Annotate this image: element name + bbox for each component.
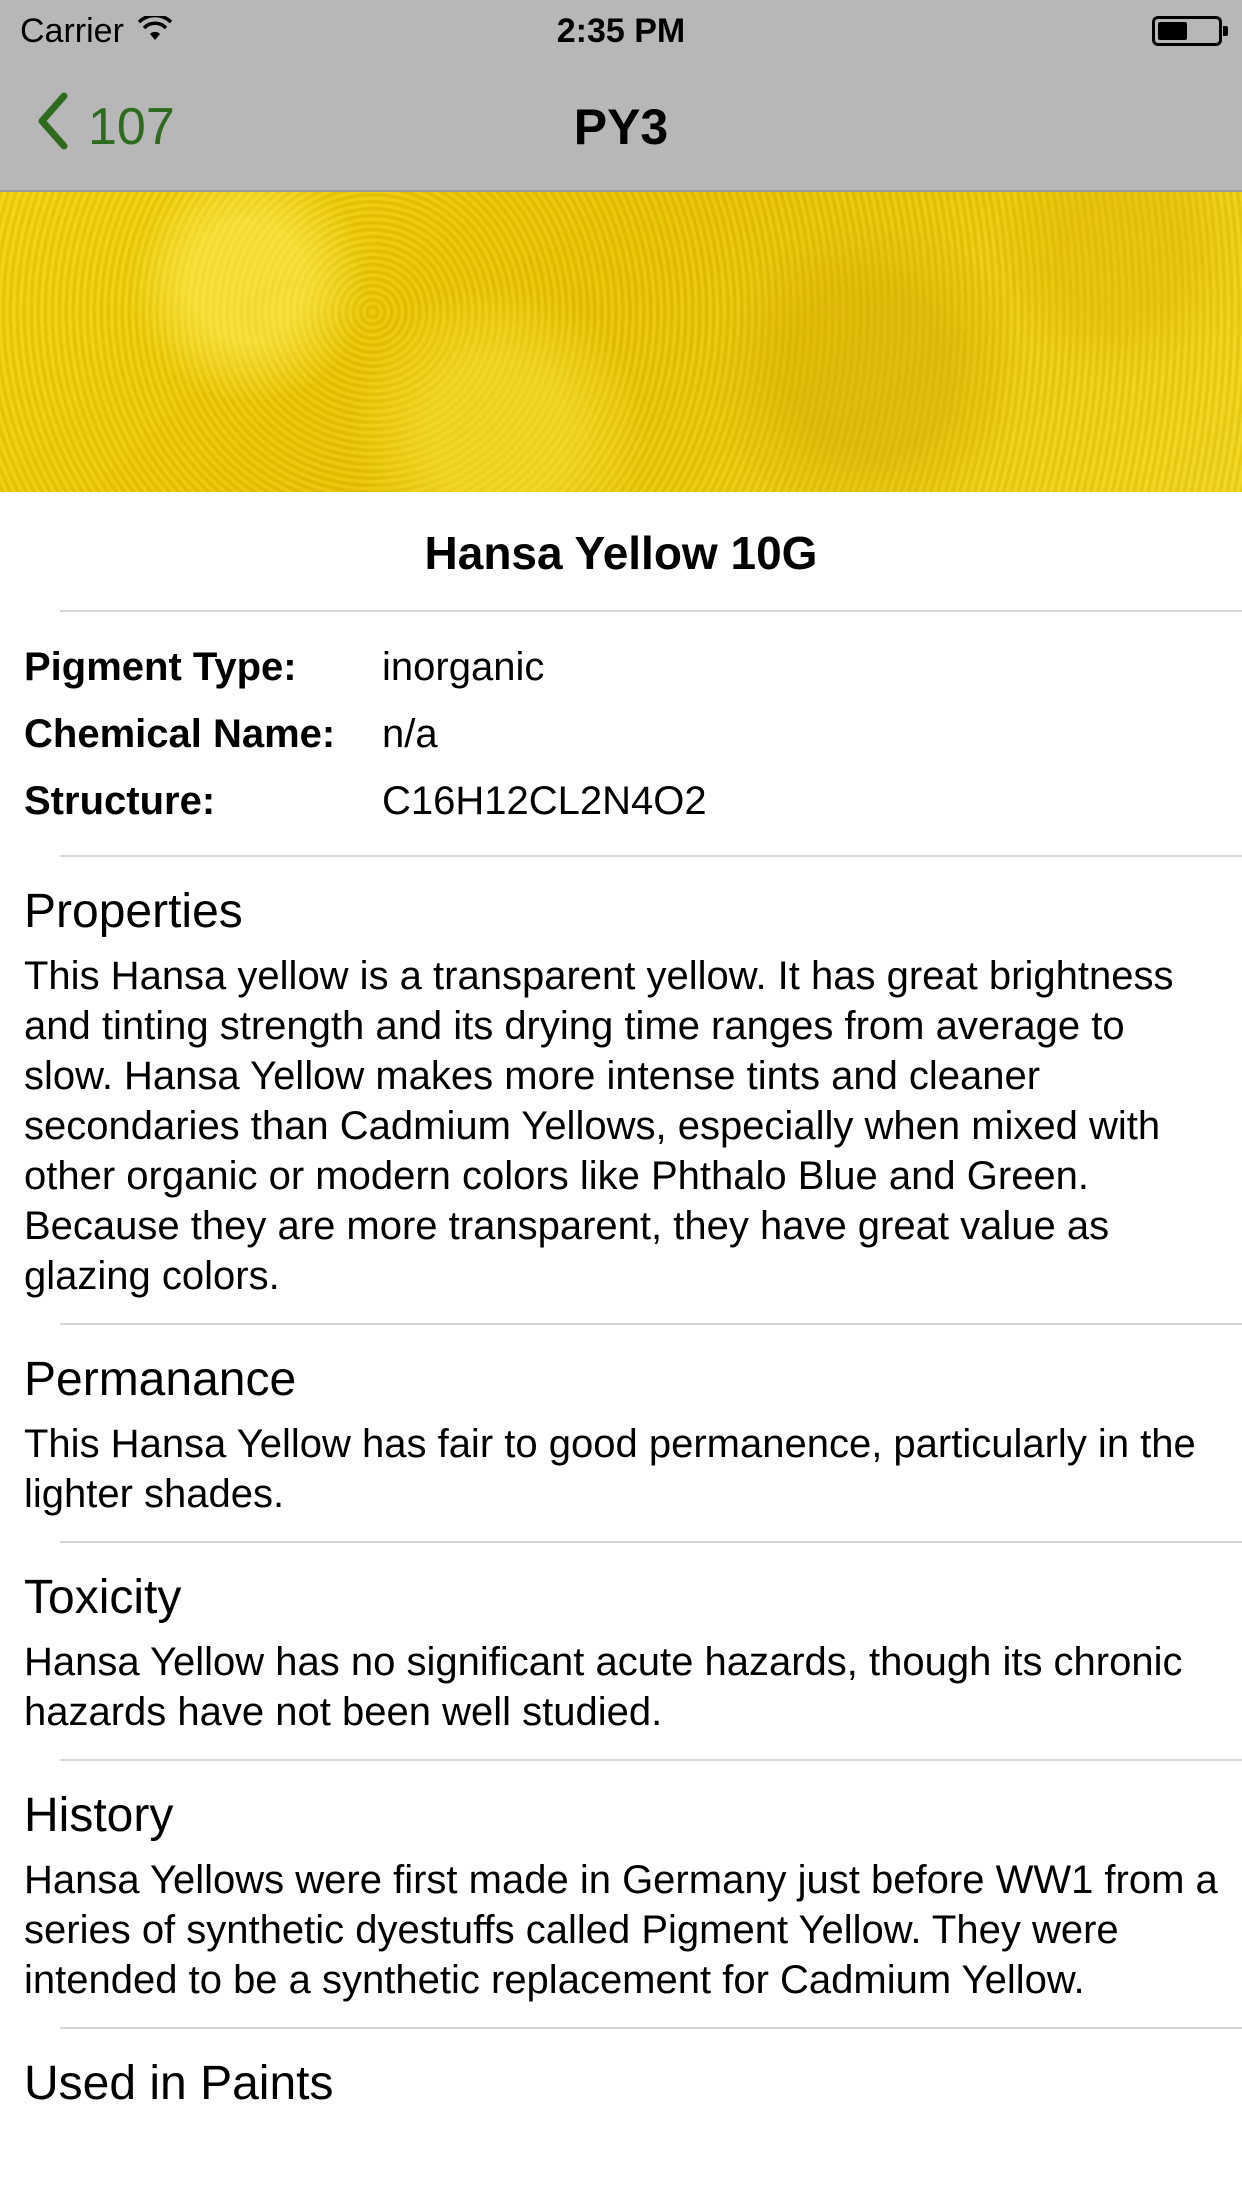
navigation-bar: 107 PY3 [0,62,1242,192]
section-properties: Properties This Hansa yellow is a transp… [0,857,1242,1323]
section-toxicity: Toxicity Hansa Yellow has no significant… [0,1543,1242,1759]
spec-value: C16H12CL2N4O2 [382,779,707,823]
spec-label: Chemical Name: [24,712,336,756]
section-permanance: Permanance This Hansa Yellow has fair to… [0,1325,1242,1541]
section-title: Properties [24,885,243,938]
section-history: History Hansa Yellows were first made in… [0,1761,1242,2027]
spec-label: Pigment Type: [24,645,297,689]
spec-row-structure: Structure: C16H12CL2N4O2 [24,768,1218,835]
section-body: This Hansa yellow is a transparent yello… [24,954,1174,1298]
spec-value: n/a [382,712,438,756]
section-body: Hansa Yellow has no significant acute ha… [24,1640,1183,1734]
section-title: History [24,1789,174,1842]
section-title: Used in Paints [24,2057,334,2110]
pigment-name: Hansa Yellow 10G [424,527,818,579]
battery-level [1158,22,1187,40]
pigment-swatch-image [0,192,1242,492]
section-title: Toxicity [24,1571,182,1624]
page-title: PY3 [573,99,669,155]
pigment-details[interactable]: Hansa Yellow 10G Pigment Type: inorganic… [0,492,1242,2139]
spec-row-chemical-name: Chemical Name: n/a [24,701,1218,768]
wifi-icon [137,12,173,51]
carrier-label: Carrier [20,11,124,50]
battery-icon [1152,16,1228,46]
spec-row-pigment-type: Pigment Type: inorganic [24,634,1218,701]
section-body: This Hansa Yellow has fair to good perma… [24,1422,1196,1516]
section-title: Permanance [24,1353,297,1406]
spec-label: Structure: [24,779,216,823]
spec-value: inorganic [382,645,545,689]
status-left: Carrier [20,11,173,51]
status-time: 2:35 PM [556,11,686,50]
section-body: Hansa Yellows were first made in Germany… [24,1858,1218,2002]
section-used-in-paints: Used in Paints [0,2029,1242,2139]
spec-list: Pigment Type: inorganic Chemical Name: n… [0,612,1242,855]
status-bar: Carrier 2:35 PM [0,0,1242,62]
